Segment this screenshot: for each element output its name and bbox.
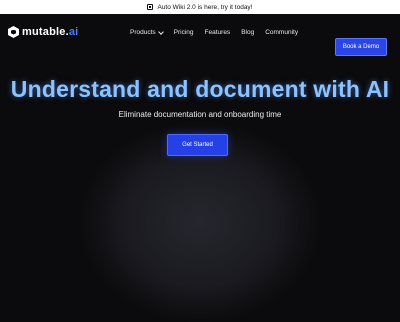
logo-cube-icon — [8, 26, 19, 38]
nav-item-products[interactable]: Products — [130, 28, 164, 36]
logo[interactable]: mutable.ai — [8, 26, 78, 38]
announcement-text[interactable]: Auto Wiki 2.0 is here, try it today! — [157, 4, 252, 11]
logo-name: mutable — [22, 26, 66, 38]
nav-item-label: Community — [265, 29, 299, 36]
nav-item-label: Blog — [241, 29, 255, 36]
nav-item-pricing[interactable]: Pricing — [174, 29, 194, 36]
nav-item-community[interactable]: Community — [265, 29, 298, 36]
logo-text: mutable.ai — [22, 26, 78, 38]
nav-item-label: Products — [130, 29, 156, 36]
nav-item-blog[interactable]: Blog — [241, 29, 254, 36]
nav-item-features[interactable]: Features — [205, 29, 231, 36]
chevron-down-icon — [157, 28, 164, 35]
hero-subheadline: Eliminate documentation and onboarding t… — [118, 110, 282, 119]
book-demo-button[interactable]: Book a Demo — [335, 38, 387, 56]
logo-ai: ai — [68, 26, 79, 38]
get-started-button[interactable]: Get Started — [167, 134, 228, 156]
hero-headline: Understand and document with AI — [10, 76, 390, 102]
main-nav: Products Pricing Features Blog Community — [130, 28, 298, 36]
nav-item-label: Features — [204, 29, 231, 36]
wiki-icon — [147, 4, 154, 10]
announcement-bar[interactable]: Auto Wiki 2.0 is here, try it today! — [0, 0, 400, 14]
nav-item-label: Pricing — [173, 29, 194, 36]
site-header: mutable.ai Products Pricing Features Blo… — [0, 14, 400, 56]
